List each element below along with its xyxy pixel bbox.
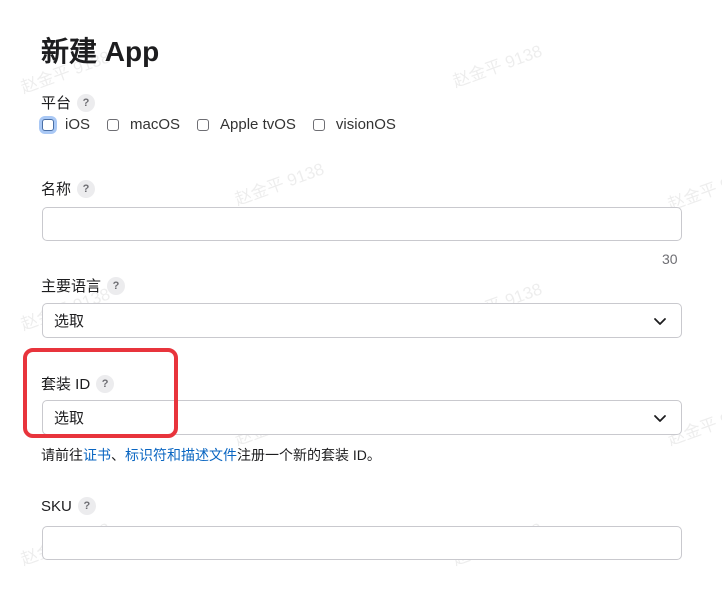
ios-label: iOS	[65, 116, 91, 133]
help-suffix: 注册一个新的套装 ID。	[237, 447, 381, 463]
platform-label: 平台	[41, 95, 72, 112]
platform-options: iOS macOS Apple tvOS visionOS	[42, 116, 413, 133]
tvos-label: Apple tvOS	[220, 116, 296, 133]
help-separator: 、	[111, 447, 125, 463]
ios-checkbox[interactable]	[42, 118, 54, 131]
bundle-id-value: 选取	[54, 410, 85, 427]
primary-language-select[interactable]: 选取	[42, 303, 682, 338]
name-label: 名称	[41, 181, 72, 198]
platform-option-visionos[interactable]: visionOS	[312, 116, 396, 133]
macos-checkbox[interactable]	[107, 118, 120, 131]
help-icon[interactable]: ?	[96, 374, 115, 393]
visionos-label: visionOS	[335, 116, 396, 133]
primary-language-label: 主要语言	[41, 278, 102, 295]
name-char-counter: 30	[662, 251, 678, 267]
identifiers-profiles-link[interactable]: 标识符和描述文件	[125, 447, 237, 463]
bundle-id-label: 套装 ID	[41, 376, 91, 393]
help-icon[interactable]: ?	[77, 179, 96, 198]
sku-label-row: SKU ?	[41, 497, 96, 515]
certificates-link[interactable]: 证书	[83, 447, 111, 463]
visionos-checkbox[interactable]	[312, 118, 325, 131]
platform-label-row: 平台 ?	[41, 92, 96, 113]
help-icon[interactable]: ?	[77, 497, 96, 515]
chevron-down-icon	[654, 317, 666, 325]
platform-option-ios[interactable]: iOS	[42, 116, 90, 133]
primary-language-value: 选取	[54, 313, 85, 330]
bundle-id-label-row: 套装 ID ?	[41, 373, 115, 394]
page-title: 新建 App	[41, 36, 160, 67]
sku-input[interactable]	[42, 526, 682, 560]
platform-option-tvos[interactable]: Apple tvOS	[197, 116, 296, 133]
chevron-down-icon	[654, 414, 666, 422]
macos-label: macOS	[130, 116, 181, 133]
help-prefix: 请前往	[41, 447, 83, 463]
tvos-checkbox[interactable]	[197, 118, 210, 131]
bundle-id-select[interactable]: 选取	[42, 400, 682, 435]
name-input[interactable]	[42, 207, 682, 241]
watermark: 赵金平 9138	[450, 41, 545, 92]
platform-option-macos[interactable]: macOS	[107, 116, 180, 133]
bundle-id-help-text: 请前往证书、标识符和描述文件注册一个新的套装 ID。	[41, 445, 381, 465]
watermark: 赵金平 9138	[232, 159, 327, 210]
help-icon[interactable]: ?	[77, 93, 96, 112]
sku-label: SKU	[41, 497, 72, 515]
name-label-row: 名称 ?	[41, 178, 96, 199]
help-icon[interactable]: ?	[107, 276, 126, 295]
primary-language-label-row: 主要语言 ?	[41, 275, 126, 296]
